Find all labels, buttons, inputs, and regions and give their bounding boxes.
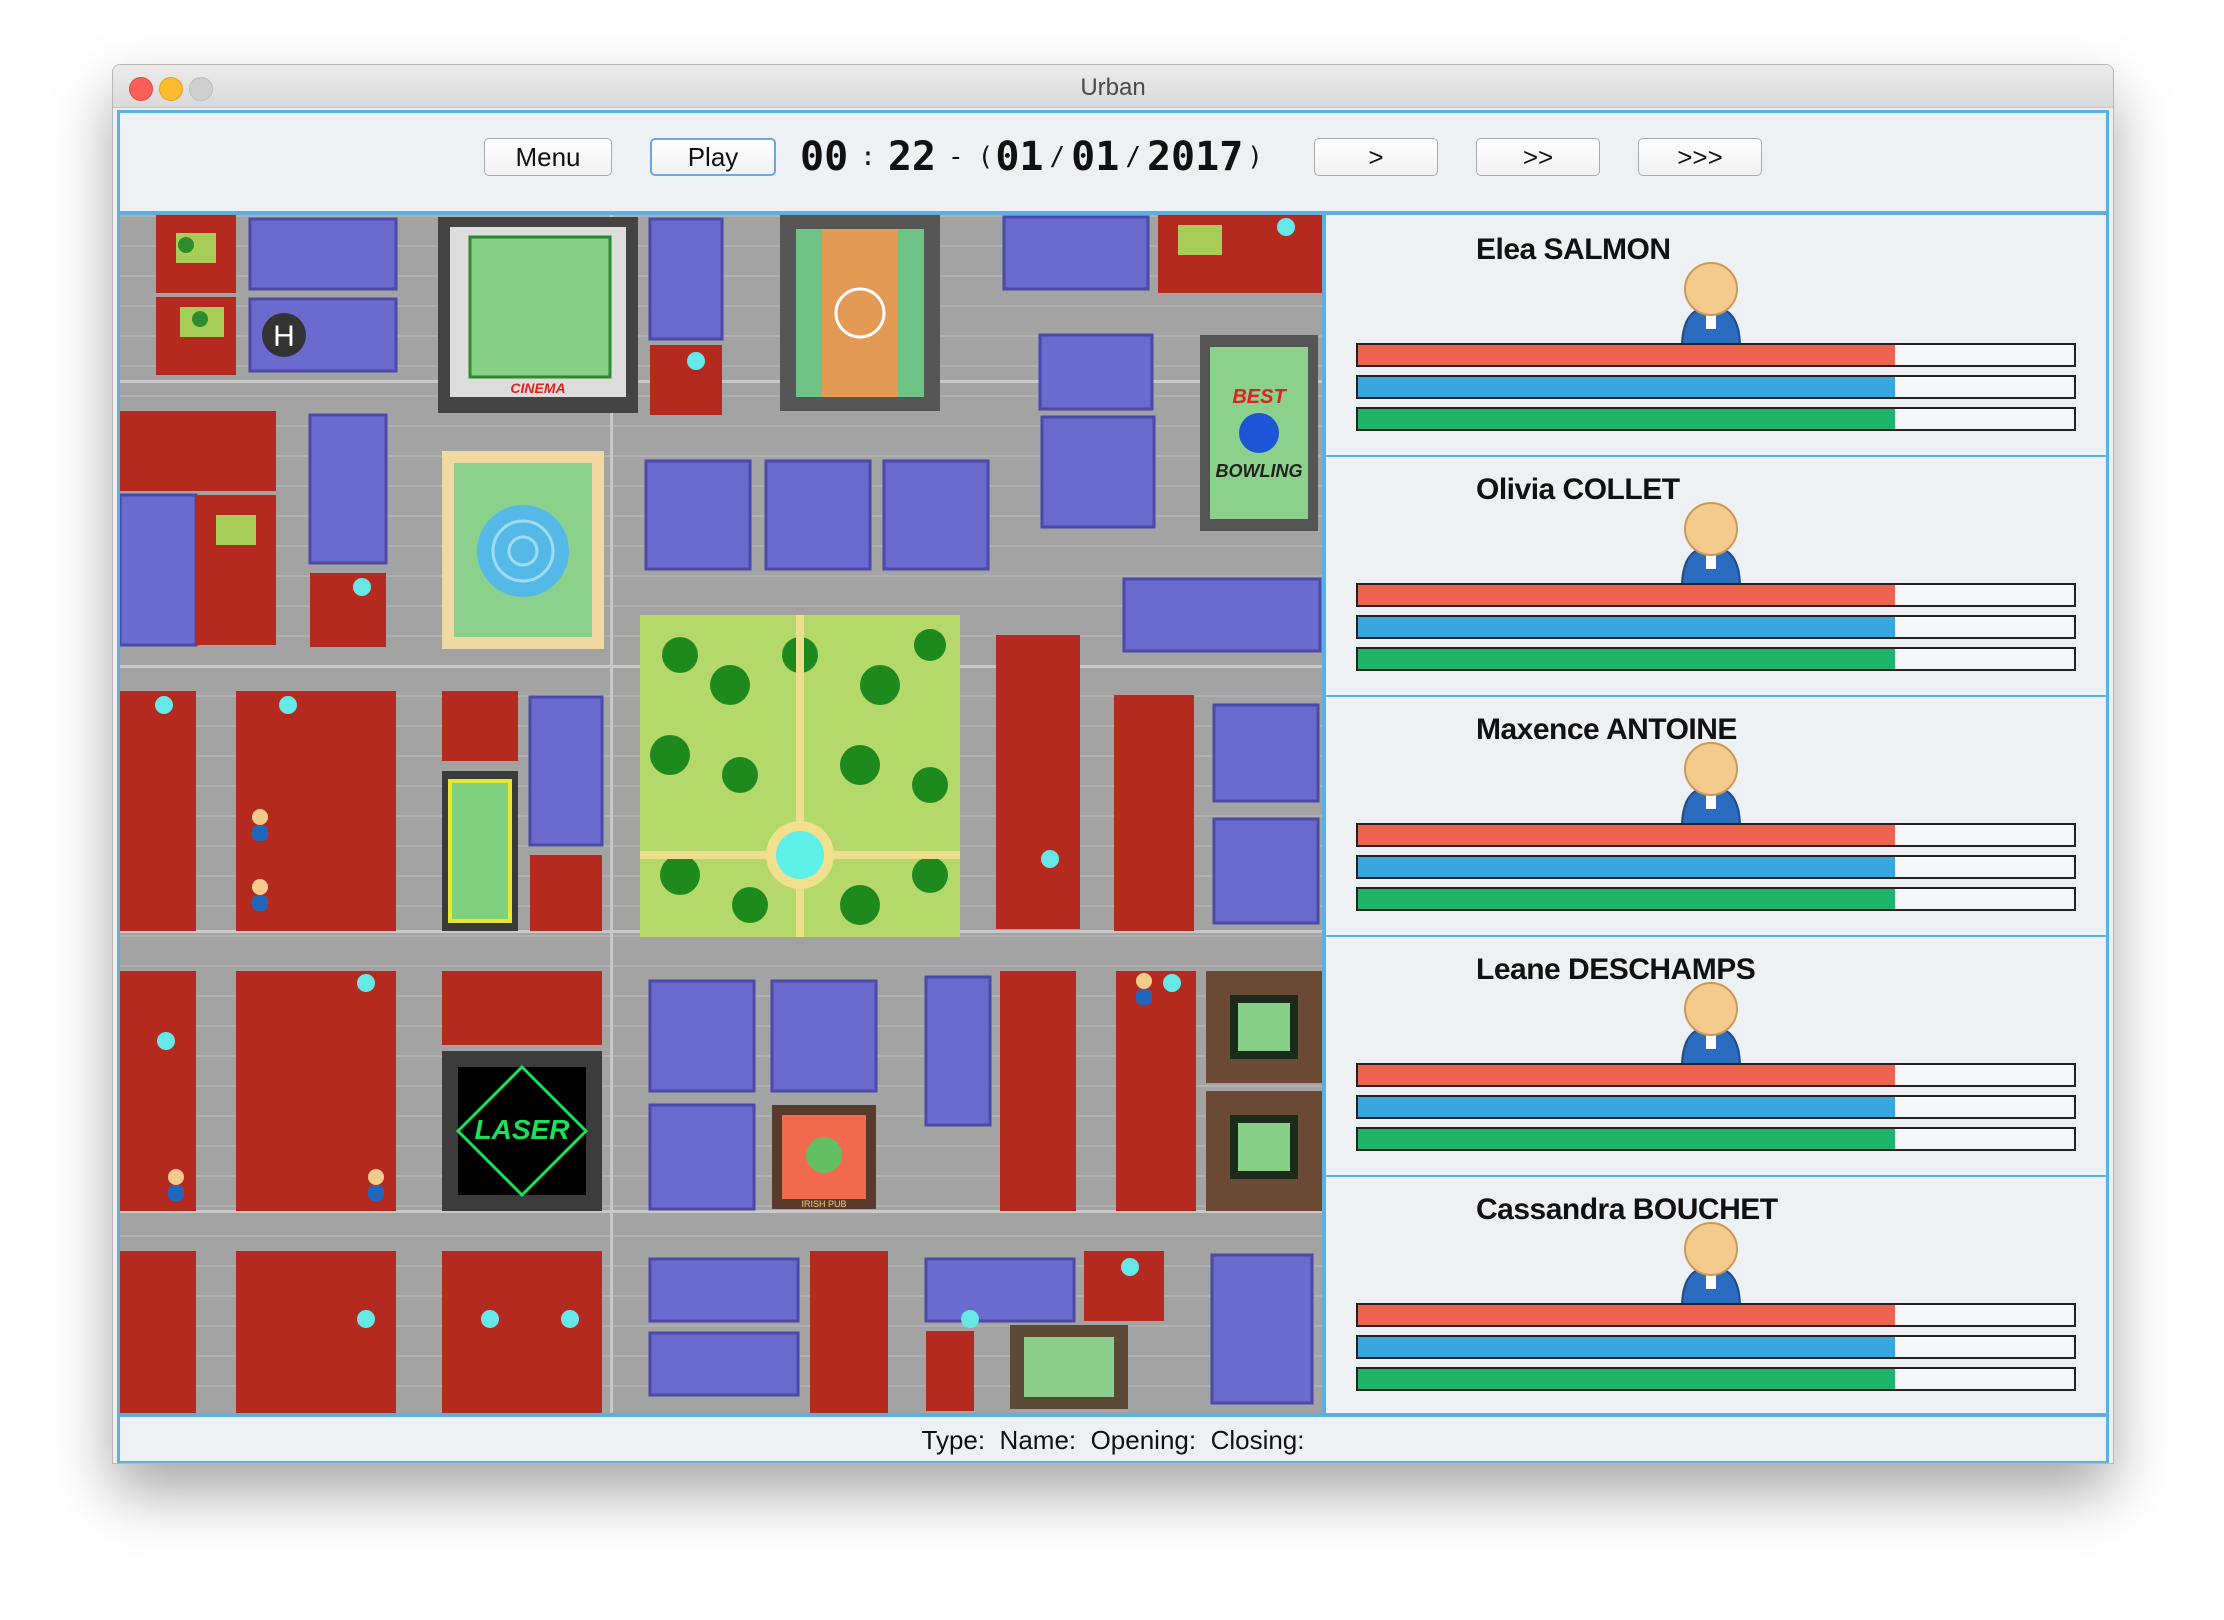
person-stat-bar-fill [1358, 1065, 1895, 1085]
person-avatar-icon [1676, 499, 1746, 594]
person-name: Olivia COLLET [1476, 473, 1680, 506]
person-stat-bar [1356, 1095, 2076, 1119]
clock-day: 01 [995, 134, 1044, 180]
window-title: Urban [1080, 74, 1146, 101]
person-stat-bar [1356, 1063, 2076, 1087]
city-map[interactable]: H CINEMA BEST BOWLING LASER IRISH PUB [117, 212, 1325, 1416]
clock-slash: / [1125, 142, 1141, 172]
clock-month: 01 [1071, 134, 1120, 180]
clock-display: 00 : 22 - ( 01 / 01 / 2017 ) [800, 134, 1267, 180]
person-card[interactable]: Maxence ANTOINE [1326, 695, 2106, 937]
person-stat-bar-fill [1358, 649, 1895, 669]
speed-fast-button[interactable]: >> [1476, 138, 1600, 176]
person-stat-bar [1356, 1127, 2076, 1151]
app-window: Urban Menu Play 00 : 22 - ( 01 / 01 / 20… [112, 64, 2114, 1464]
status-closing-label: Closing: [1210, 1425, 1305, 1455]
person-stat-bar [1356, 887, 2076, 911]
bowling-label-bottom: BOWLING [1216, 461, 1303, 481]
person-stat-bar-fill [1358, 409, 1895, 429]
person-stat-bar-fill [1358, 1129, 1895, 1149]
person-stat-bar [1356, 375, 2076, 399]
person-stat-bar-fill [1358, 377, 1895, 397]
clock-dash: - [948, 142, 964, 172]
person-card[interactable]: Cassandra BOUCHET [1326, 1175, 2106, 1417]
person-stat-bar-fill [1358, 585, 1895, 605]
clock-slash: / [1049, 142, 1066, 172]
person-avatar-icon [1676, 259, 1746, 354]
speed-fastest-button[interactable]: >>> [1638, 138, 1762, 176]
person-stat-bar-fill [1358, 1369, 1895, 1389]
person-avatar-icon [1676, 739, 1746, 834]
person-stat-bar-fill [1358, 1337, 1895, 1357]
clock-open-paren: ( [977, 142, 994, 172]
clock-separator: : [860, 142, 876, 172]
people-panel: Elea SALMON Olivia COLLET Maxence ANTOINE L… [1323, 212, 2109, 1417]
cinema-label: CINEMA [510, 380, 565, 396]
person-stat-bar [1356, 823, 2076, 847]
person-stat-bar-fill [1358, 825, 1895, 845]
person-stat-bar [1356, 407, 2076, 431]
clock-year: 2017 [1146, 134, 1244, 180]
status-text: Type: Name: Opening: Closing: [120, 1425, 2106, 1456]
person-stat-bar [1356, 1367, 2076, 1391]
person-card[interactable]: Olivia COLLET [1326, 455, 2106, 697]
titlebar[interactable]: Urban [113, 65, 2113, 108]
person-stat-bar-fill [1358, 345, 1895, 365]
person-avatar-icon [1676, 1219, 1746, 1314]
menu-button[interactable]: Menu [484, 138, 612, 176]
person-stat-bar-fill [1358, 617, 1895, 637]
person-name: Elea SALMON [1476, 233, 1671, 266]
person-stat-bar [1356, 1335, 2076, 1359]
status-opening-label: Opening: [1090, 1425, 1197, 1455]
helipad-label: H [273, 320, 295, 353]
person-stat-bar [1356, 615, 2076, 639]
clock-hours: 00 [800, 134, 849, 180]
laser-label: LASER [475, 1114, 571, 1145]
status-type-label: Type: [921, 1425, 986, 1455]
person-stat-bar-fill [1358, 889, 1895, 909]
person-stat-bar-fill [1358, 1097, 1895, 1117]
status-bar: Type: Name: Opening: Closing: [117, 1414, 2109, 1463]
toolbar: Menu Play 00 : 22 - ( 01 / 01 / 2017 ) >… [117, 110, 2109, 214]
map-canvas: H CINEMA BEST BOWLING LASER IRISH PUB [120, 215, 1322, 1413]
play-button[interactable]: Play [650, 138, 776, 176]
person-stat-bar [1356, 855, 2076, 879]
pub-label: IRISH PUB [801, 1199, 846, 1209]
person-card[interactable]: Elea SALMON [1326, 215, 2106, 457]
clock-close-paren: ) [1247, 142, 1263, 172]
clock-minutes: 22 [887, 134, 936, 180]
person-stat-bar [1356, 647, 2076, 671]
status-name-label: Name: [999, 1425, 1077, 1455]
person-stat-bar [1356, 583, 2076, 607]
person-avatar-icon [1676, 979, 1746, 1074]
speed-normal-button[interactable]: > [1314, 138, 1438, 176]
person-stat-bar-fill [1358, 1305, 1895, 1325]
person-card[interactable]: Leane DESCHAMPS [1326, 935, 2106, 1177]
person-stat-bar-fill [1358, 857, 1895, 877]
bowling-label-top: BEST [1232, 386, 1287, 408]
central-park [640, 615, 960, 937]
person-stat-bar [1356, 343, 2076, 367]
block-row-4: LASER IRISH PUB [120, 971, 1322, 1211]
person-stat-bar [1356, 1303, 2076, 1327]
